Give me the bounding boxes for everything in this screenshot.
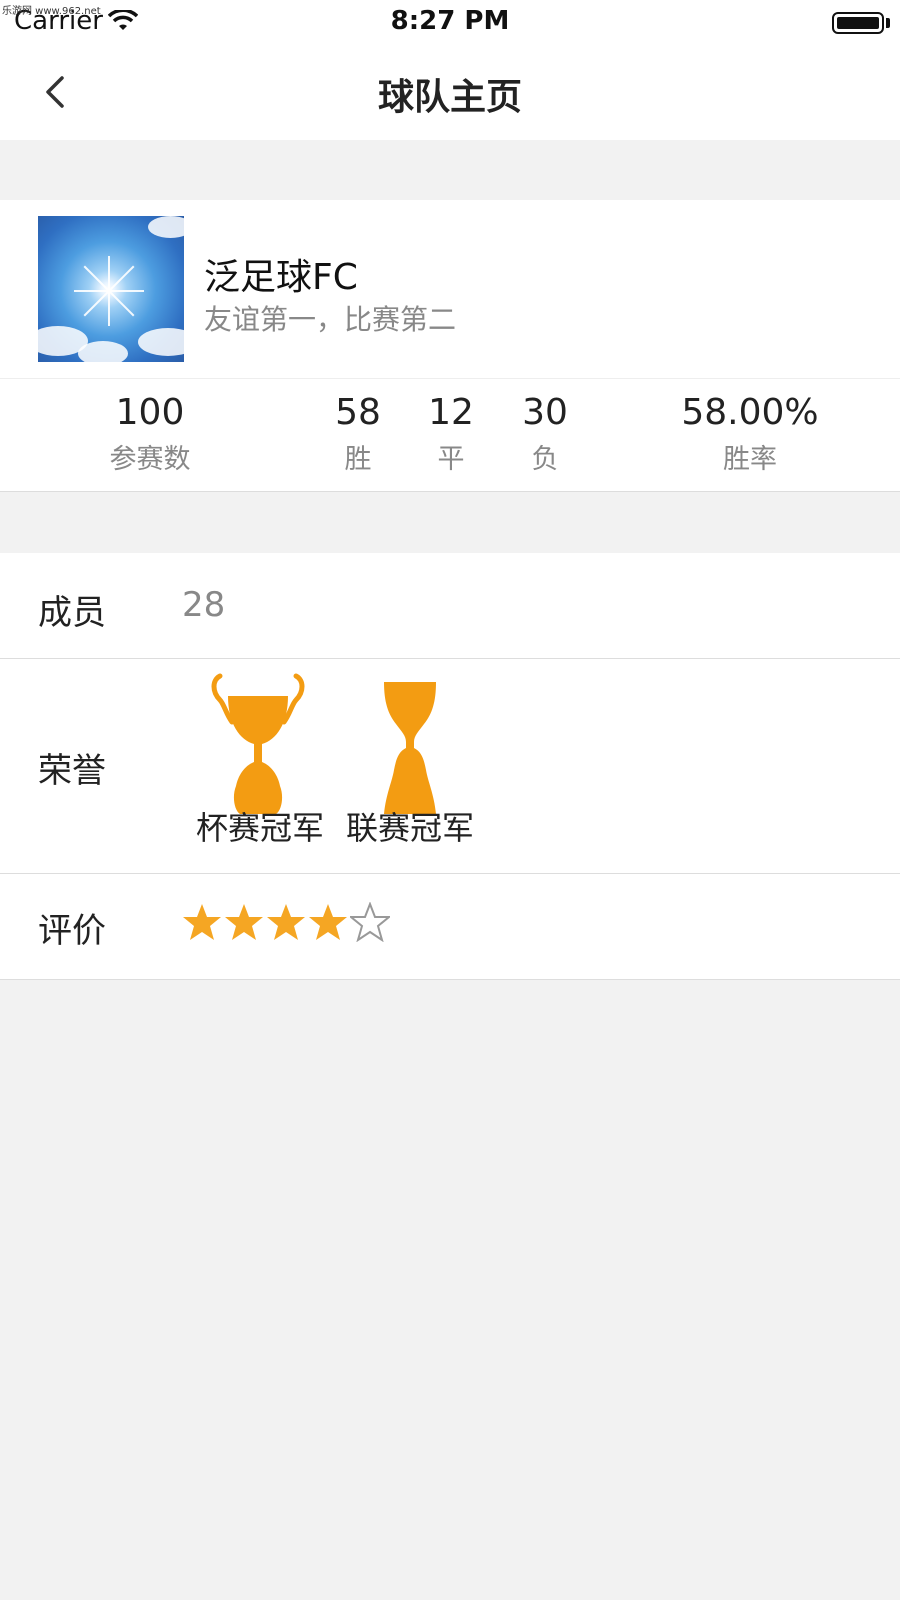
stat-value: 30 [522,392,568,433]
star-filled-icon[interactable] [224,902,264,942]
stat-losses: 30 负 [505,392,585,476]
stat-label: 负 [531,444,559,475]
star-filled-icon[interactable] [182,902,222,942]
team-motto: 友谊第一，比赛第二 [204,303,457,336]
divider [0,873,900,874]
nav-bar: 球队主页 [0,44,900,140]
star-filled-icon[interactable] [266,902,306,942]
divider [0,658,900,659]
clock: 8:27 PM [390,6,510,36]
battery-icon [832,12,884,34]
members-label: 成员 [38,593,106,633]
honor-label: 联赛冠军 [345,809,474,847]
divider [0,378,900,379]
stat-value: 58.00% [681,392,819,433]
team-logo[interactable] [38,216,184,362]
team-details: 成员 28 荣誉 杯赛冠军 联赛冠军 评价 [0,553,900,980]
members-count: 28 [182,585,226,625]
status-bar: Carrier 8:27 PM [0,0,900,44]
stat-wins: 58 胜 [318,392,398,476]
stat-win-rate: 58.00% 胜率 [670,392,830,476]
stat-label: 参赛数 [109,444,191,475]
stat-matches: 100 参赛数 [95,392,205,476]
honor-label: 杯赛冠军 [195,809,324,847]
honors-label: 荣誉 [38,751,106,791]
stat-value: 100 [115,392,185,433]
cup-trophy-icon[interactable] [210,670,306,816]
stat-value: 58 [335,392,381,433]
watermark: 乐游网 www.962.net [2,6,101,17]
stat-label: 胜 [344,444,372,475]
stat-draws: 12 平 [411,392,491,476]
battery-tip [886,18,890,28]
stat-label: 胜率 [723,444,777,475]
league-trophy-icon[interactable] [380,678,440,816]
star-empty-icon[interactable] [350,902,390,942]
stat-label: 平 [437,444,465,475]
rating-stars[interactable] [182,902,390,942]
team-name: 泛足球FC [204,257,358,298]
page-title: 球队主页 [377,77,522,118]
team-card: 泛足球FC 友谊第一，比赛第二 100 参赛数 58 胜 12 平 30 负 5… [0,200,900,492]
stat-value: 12 [428,392,474,433]
rating-label: 评价 [38,911,106,951]
star-filled-icon[interactable] [308,902,348,942]
